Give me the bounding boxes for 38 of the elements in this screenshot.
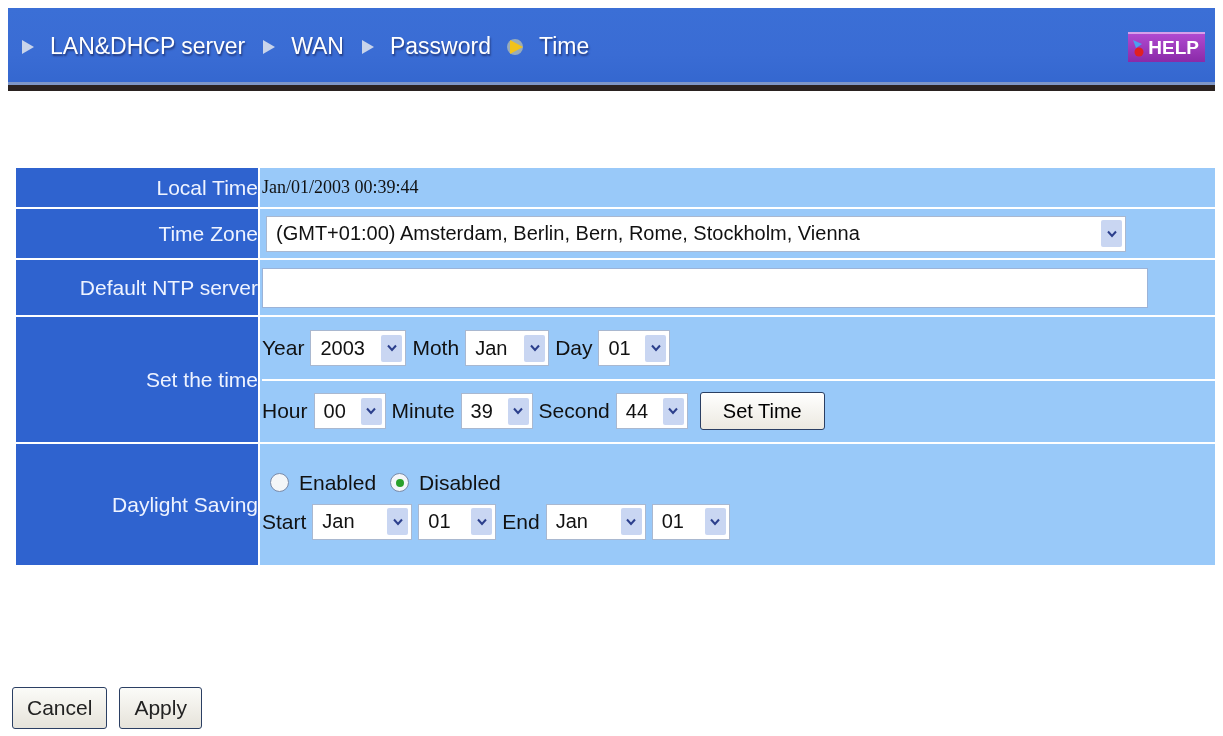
radio-label: Enabled [299, 470, 377, 495]
field-label: Local Time [156, 175, 258, 199]
apply-button[interactable]: Apply [119, 687, 202, 729]
select-field[interactable]: (GMT+01:00) Amsterdam, Berlin, Bern, Rome, Stockholm, Vienna [266, 215, 1126, 252]
field-label: Minute [391, 399, 455, 423]
nav-link[interactable]: LAN&DHCP server [50, 33, 246, 60]
help-button[interactable]: HELP [1128, 31, 1205, 62]
field-label: Moth [412, 336, 460, 360]
nav-link[interactable]: WAN [291, 33, 344, 60]
field-label: Second [538, 399, 610, 423]
select-field[interactable]: 39 [460, 393, 533, 429]
cancel-button[interactable]: Cancel [12, 687, 108, 729]
nav-link[interactable]: Password [389, 33, 491, 60]
select-field[interactable]: Jan [465, 330, 550, 366]
field-label: Set the time [145, 367, 258, 391]
select-field[interactable]: 01 [651, 503, 730, 540]
select-field[interactable]: 01 [598, 330, 671, 366]
field-label: Start [262, 509, 307, 534]
select-field[interactable]: Jan [312, 503, 413, 540]
radio-label: Disabled [419, 470, 501, 495]
input-field[interactable] [262, 267, 1148, 308]
select-field[interactable]: 00 [313, 393, 386, 429]
field-label: Day [555, 336, 593, 360]
radio-button[interactable] [390, 473, 410, 492]
select-field[interactable]: 01 [418, 503, 497, 540]
field-label: End [502, 509, 540, 534]
select-field[interactable]: Jan [545, 503, 646, 540]
select-field[interactable]: 2003 [310, 330, 407, 366]
field-value: Jan/01/2003 00:39:44 [262, 177, 419, 197]
field-label: Time Zone [158, 221, 258, 245]
field-label: Year [262, 336, 305, 360]
field-label: Daylight Saving [112, 492, 258, 516]
nav-link[interactable]: Time [538, 33, 590, 60]
set-time-button[interactable]: Set Time [699, 392, 825, 430]
field-label: Default NTP server [79, 275, 258, 299]
field-label: Hour [262, 399, 308, 423]
select-field[interactable]: 44 [615, 393, 688, 429]
radio-button[interactable] [270, 473, 289, 492]
